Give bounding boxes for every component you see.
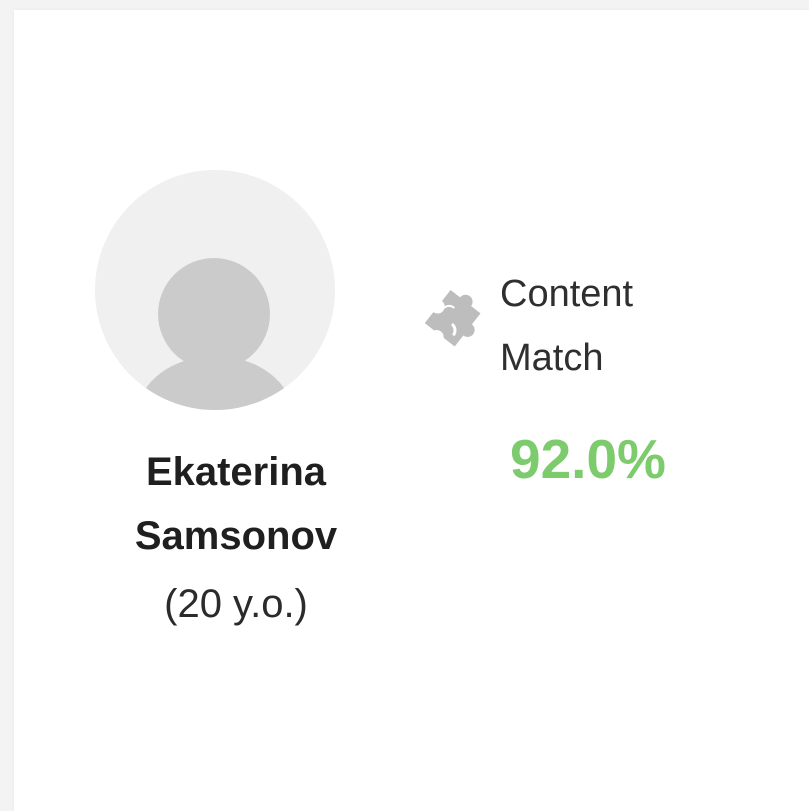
content-match-label-line1: Content bbox=[500, 273, 634, 315]
avatar bbox=[95, 170, 335, 410]
content-match-label: Content Match bbox=[500, 262, 633, 390]
profile-last-name: Samsonov bbox=[134, 514, 338, 558]
content-match-label-line2: Match bbox=[500, 337, 604, 379]
puzzle-piece-icon bbox=[424, 290, 481, 347]
avatar-head-shape bbox=[158, 258, 270, 370]
profile-first-name: Ekaterina bbox=[145, 450, 327, 494]
profile-card[interactable]: Ekaterina Samsonov (20 y.o.) Content Mat… bbox=[14, 10, 809, 811]
avatar-body-shape bbox=[137, 356, 293, 410]
content-match-value: 92.0% bbox=[510, 428, 666, 490]
profile-name: Ekaterina Samsonov bbox=[86, 440, 386, 568]
profile-age: (20 y.o.) bbox=[164, 582, 308, 626]
